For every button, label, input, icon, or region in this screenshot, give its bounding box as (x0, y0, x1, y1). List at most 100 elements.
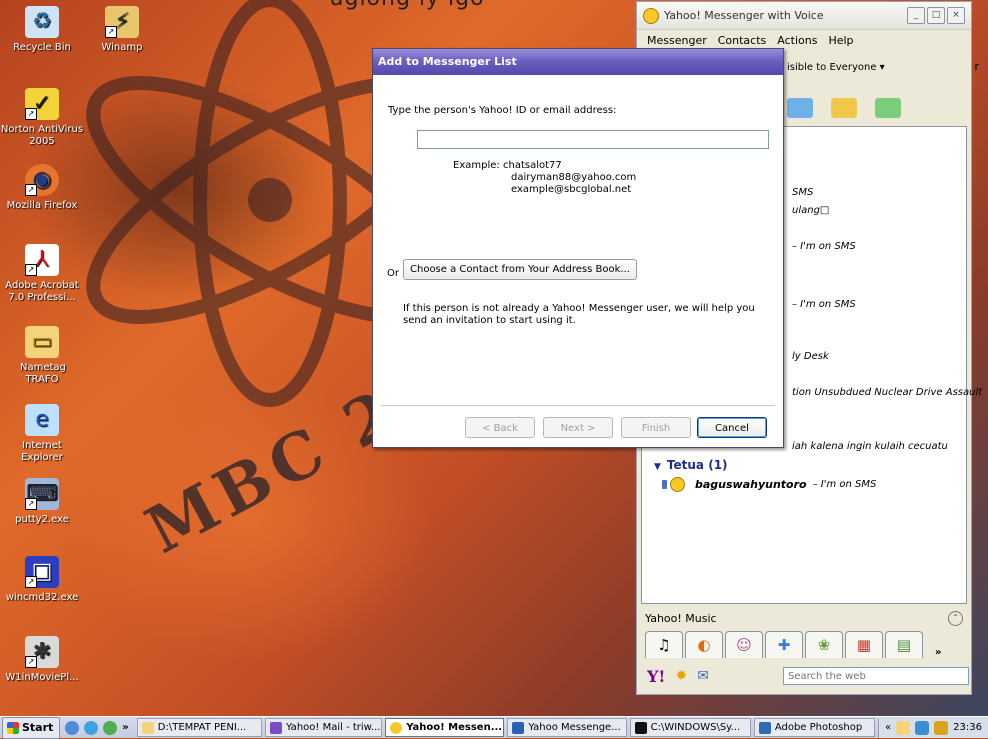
dialog-separator (381, 405, 775, 406)
dialog-title[interactable]: Add to Messenger List (373, 49, 783, 75)
tab-photos[interactable]: ❀ (805, 631, 843, 658)
finish-button[interactable]: Finish (621, 417, 691, 438)
task-label: D:\TEMPAT PENI... (157, 722, 247, 733)
floppy-disk-icon: ▣ ↗ (25, 556, 59, 588)
more-tabs-button[interactable]: » (935, 647, 941, 658)
back-button[interactable]: < Back (465, 417, 535, 438)
mail-icon[interactable]: ✉ (697, 668, 709, 684)
desktop-icon-winamp[interactable]: ⚡ ↗ Winamp (80, 6, 164, 54)
messenger-menubar: Messenger Contacts Actions Help (637, 30, 971, 50)
messenger-titlebar[interactable]: Yahoo! Messenger with Voice _ □ × (637, 2, 971, 30)
quick-launch-more[interactable]: » (122, 722, 128, 733)
desktop-icon-acrobat[interactable]: ⅄ ↗ Adobe Acrobat 7.0 Professi... (0, 244, 84, 304)
tab-music[interactable]: ♫ (645, 631, 683, 658)
desktop-icon-internet-explorer[interactable]: e Internet Explorer (0, 404, 84, 464)
visibility-dropdown[interactable]: isible to Everyone ▾ (787, 62, 885, 73)
desktop-icon-wincmd[interactable]: ▣ ↗ wincmd32.exe (0, 556, 84, 604)
tray-network-icon[interactable] (915, 720, 930, 735)
task-label: Yahoo! Messen... (406, 722, 503, 733)
photoshop-icon (758, 721, 771, 734)
photos-icon: ❀ (817, 636, 831, 654)
yahoo-id-input[interactable] (417, 130, 769, 149)
contact-fragment: iah kalena ingin kulaih cecuatu (792, 441, 948, 452)
messenger-title: Yahoo! Messenger with Voice (664, 9, 824, 22)
menu-messenger[interactable]: Messenger (647, 34, 707, 47)
acrobat-icon: ⅄ ↗ (25, 244, 59, 276)
desktop-icon-norton[interactable]: ✓ ↗ Norton AntiVirus 2005 (0, 88, 84, 148)
word-icon (512, 721, 525, 734)
tab-stocks[interactable]: ▤ (885, 631, 923, 658)
desktop-icon-label: W1inMoviePl... (5, 672, 79, 683)
task-label: C:\WINDOWS\Sy... (650, 722, 741, 733)
desktop-icon-label: Nametag TRAFO (20, 362, 66, 385)
internet-explorer-icon: e (25, 404, 59, 436)
task-yahoo-mail[interactable]: Yahoo! Mail - triw... (264, 718, 383, 737)
task-explorer-folder[interactable]: D:\TEMPAT PENI... (136, 718, 262, 737)
cancel-button[interactable]: Cancel (697, 417, 767, 438)
expand-arrow-icon: ▼ (654, 462, 661, 472)
id-prompt-label: Type the person's Yahoo! ID or email add… (388, 105, 617, 116)
maximize-button[interactable]: □ (927, 7, 945, 24)
contact-group-header[interactable]: ▼ Tetua (1) (654, 458, 728, 472)
desktop-icon-moviemaker[interactable]: ✱ ↗ W1inMoviePl... (0, 636, 84, 684)
tab-games[interactable]: ☺ (725, 631, 763, 658)
task-label: Adobe Photoshop (774, 722, 863, 733)
next-button[interactable]: Next > (543, 417, 613, 438)
tray-folder-icon[interactable] (896, 720, 911, 735)
menu-help[interactable]: Help (828, 34, 853, 47)
search-web-input[interactable] (783, 667, 969, 685)
desktop-icon-nametag-folder[interactable]: ▭ Nametag TRAFO (0, 326, 84, 386)
media-player-icon[interactable] (103, 720, 118, 735)
clock[interactable]: 23:36 (953, 722, 982, 733)
online-smiley-icon (670, 477, 685, 492)
close-button[interactable]: × (947, 7, 965, 24)
yahoo-mail-icon (269, 721, 282, 734)
internet-explorer-quick-icon[interactable] (84, 720, 99, 735)
recycle-bin-icon: ♻ (25, 6, 59, 38)
invite-text: If this person is not already a Yahoo! M… (403, 303, 755, 326)
task-word-document[interactable]: Yahoo Messenge... (507, 718, 627, 737)
menu-contacts[interactable]: Contacts (718, 34, 767, 47)
desktop-icon-recycle-bin[interactable]: ♻ Recycle Bin (0, 6, 84, 54)
phone-icon (662, 480, 667, 489)
task-command-prompt[interactable]: C:\WINDOWS\Sy... (629, 718, 751, 737)
windows-flag-icon (7, 721, 19, 734)
desktop-icon-putty[interactable]: ⌨ ↗ putty2.exe (0, 478, 84, 526)
tray-winamp-icon[interactable] (934, 720, 949, 735)
example-item: example@sbcglobal.net (511, 184, 632, 195)
desktop-icon-label: Adobe Acrobat 7.0 Professi... (5, 280, 79, 303)
yahoo-logo-icon[interactable]: Y! (647, 667, 665, 686)
desktop-icon-firefox[interactable]: ◉ ↗ Mozilla Firefox (0, 164, 84, 212)
movie-maker-icon: ✱ ↗ (25, 636, 59, 668)
yahoo-music-header: Yahoo! Music ⌃ (641, 608, 967, 628)
tab-launchcast[interactable]: ◐ (685, 631, 723, 658)
contact-fragment: – I'm on SMS (792, 299, 856, 310)
minimize-button[interactable]: _ (907, 7, 925, 24)
contact-row[interactable]: baguswahyuntoro – I'm on SMS (662, 477, 876, 492)
contact-fragment: ly Desk (792, 351, 829, 362)
star-burst-icon[interactable]: ✸ (675, 668, 687, 684)
tab-calendar[interactable]: ▦ (845, 631, 883, 658)
envelope-icon[interactable] (831, 98, 857, 118)
add-contact-dialog: Add to Messenger List Type the person's … (372, 48, 784, 448)
show-desktop-icon[interactable] (65, 720, 80, 735)
desktop-icon-label: Winamp (101, 42, 143, 53)
tab-puzzle[interactable]: ✚ (765, 631, 803, 658)
folder-icon: ▭ (25, 326, 59, 358)
contact-fragment: ulang□ (792, 205, 830, 216)
menu-actions[interactable]: Actions (777, 34, 817, 47)
firefox-icon: ◉ ↗ (25, 164, 59, 196)
quick-launch: » (65, 720, 131, 735)
pencil-icon[interactable] (787, 98, 813, 118)
desktop-icon-label: putty2.exe (15, 514, 69, 525)
desktop-icon-label: Mozilla Firefox (6, 200, 78, 211)
contacts-icon[interactable] (875, 98, 901, 118)
task-yahoo-messenger[interactable]: Yahoo! Messen... (385, 718, 505, 737)
address-book-button[interactable]: Choose a Contact from Your Address Book.… (403, 259, 637, 280)
messenger-smiley-icon (643, 7, 659, 24)
shirt-top-text: agiong iy igo (330, 0, 485, 11)
task-photoshop[interactable]: Adobe Photoshop (753, 718, 876, 737)
start-button[interactable]: Start (2, 716, 61, 739)
collapse-icon[interactable]: ⌃ (948, 610, 963, 626)
tray-expand-button[interactable]: « (885, 722, 891, 733)
